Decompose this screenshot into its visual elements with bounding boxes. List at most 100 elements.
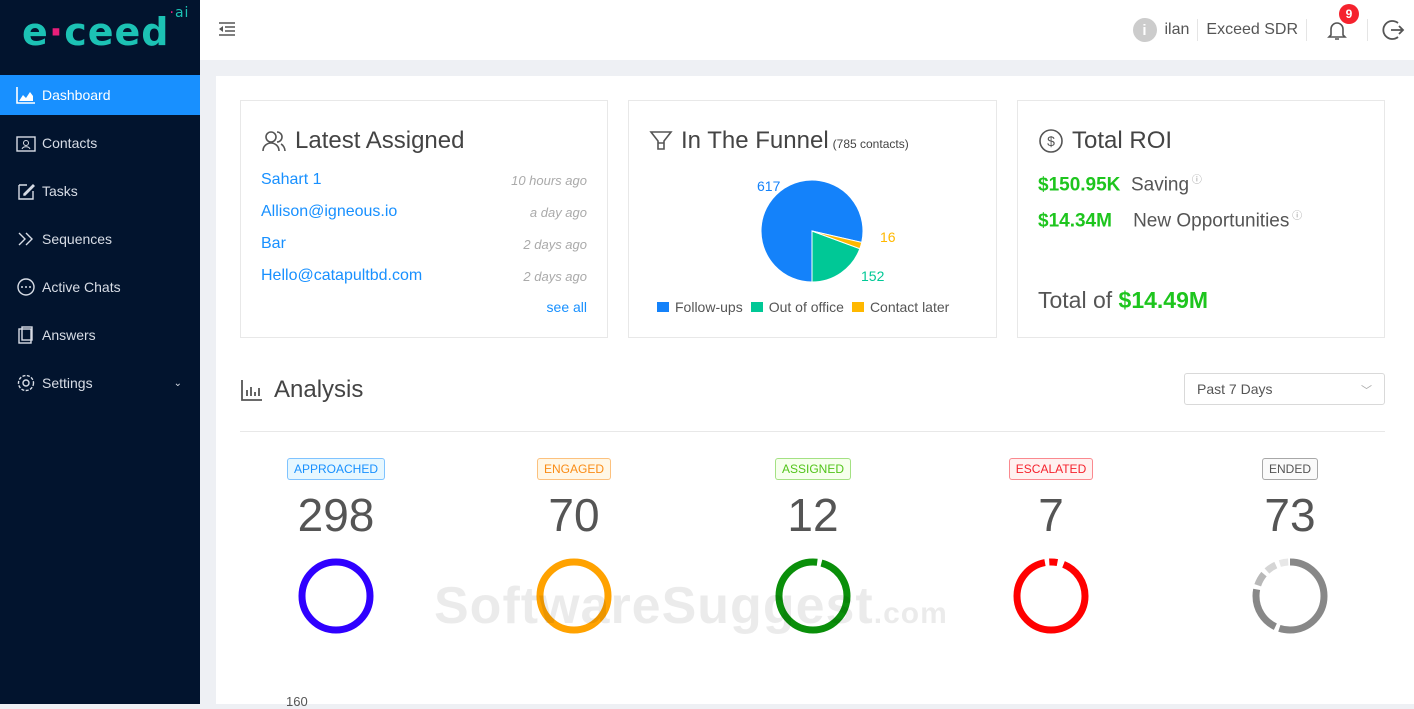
- legend-label: Contact later: [869, 299, 950, 315]
- edit-icon: [18, 184, 35, 200]
- double-chevron-icon: [18, 232, 33, 246]
- dollar-icon: $: [1039, 129, 1063, 153]
- list-item: Hello@catapultbd.com 2 days ago: [261, 267, 587, 285]
- clipboard-icon: [18, 326, 33, 344]
- divider: [1197, 19, 1199, 41]
- status-tag: ASSIGNED: [774, 458, 851, 480]
- sidebar-item-label: Tasks: [42, 183, 78, 199]
- sidebar-item-label: Contacts: [42, 135, 98, 151]
- logout-icon[interactable]: [1380, 17, 1406, 43]
- help-icon[interactable]: ⓘ: [1289, 211, 1302, 222]
- contact-link[interactable]: Sahart 1: [261, 171, 321, 189]
- sidebar-item-label: Settings: [42, 375, 93, 391]
- pie-data-label: 617: [757, 178, 781, 194]
- progress-ring: [298, 558, 374, 634]
- progress-ring: [1013, 558, 1089, 634]
- sidebar-item-label: Sequences: [42, 231, 113, 247]
- dashboard-panel: Latest Assigned Sahart 1 10 hours ago Alli…: [216, 76, 1414, 709]
- divider: [1367, 19, 1368, 41]
- stat-value: 7: [1038, 489, 1064, 541]
- sidebar-item-dashboard[interactable]: Dashboard: [0, 75, 200, 115]
- legend-label: Out of office: [768, 299, 844, 315]
- gear-icon: [17, 374, 35, 392]
- user-name[interactable]: ilan: [1165, 21, 1190, 39]
- avatar[interactable]: i: [1132, 18, 1157, 42]
- sidebar-item-settings[interactable]: Settings ⌄: [0, 363, 200, 403]
- sidebar-item-sequences[interactable]: Sequences: [0, 219, 200, 259]
- card-title: Total ROI: [1072, 127, 1173, 154]
- header: i ilan Exceed SDR 9: [200, 0, 1414, 60]
- logo[interactable]: e·ceed·ai: [22, 5, 189, 54]
- assigned-time: 10 hours ago: [511, 172, 587, 188]
- sidebar-item-label: Answers: [42, 327, 96, 343]
- users-icon: [262, 131, 286, 152]
- chat-icon: [17, 278, 35, 296]
- bar-chart-icon: [241, 380, 262, 401]
- contact-link[interactable]: Bar: [261, 235, 286, 253]
- help-icon[interactable]: ⓘ: [1189, 175, 1202, 186]
- sidebar-item-answers[interactable]: Answers: [0, 315, 200, 355]
- total-label: Total of: [1038, 287, 1113, 313]
- opportunities-value: $14.34M: [1038, 210, 1112, 232]
- svg-text:$: $: [1047, 133, 1055, 149]
- date-range-select[interactable]: Past 7 Days ﹀: [1184, 373, 1385, 405]
- status-tag: APPROACHED: [286, 458, 386, 480]
- saving-label: Saving: [1130, 174, 1190, 196]
- stat-escalated: ESCALATED 7: [971, 458, 1131, 636]
- sidebar-nav: Dashboard Contacts Tasks Sequences Active Ch…: [0, 75, 200, 411]
- menu-fold-icon[interactable]: [217, 20, 237, 38]
- sidebar-item-tasks[interactable]: Tasks: [0, 171, 200, 211]
- contact-link[interactable]: Hello@catapultbd.com: [261, 267, 422, 285]
- legend-item[interactable]: Out of office: [750, 299, 844, 315]
- y-axis-tick: 160: [286, 694, 308, 709]
- status-tag: ESCALATED: [1008, 458, 1094, 480]
- contacts-icon: [16, 136, 36, 152]
- progress-ring: [1252, 558, 1328, 634]
- roi-card: $ Total ROI $150.95K Saving ⓘ $14.34M New…: [1017, 100, 1385, 338]
- assigned-time: a day ago: [529, 204, 587, 220]
- latest-assigned-card: Latest Assigned Sahart 1 10 hours ago Alli…: [240, 100, 608, 338]
- assigned-time: 2 days ago: [523, 268, 587, 284]
- legend-swatch: [750, 302, 763, 312]
- chevron-down-icon: ﹀: [1361, 385, 1372, 397]
- date-range-value: Past 7 Days: [1197, 381, 1273, 397]
- legend-label: Follow-ups: [675, 299, 743, 315]
- stat-value: 298: [297, 489, 375, 541]
- sidebar-item-label: Active Chats: [42, 279, 121, 295]
- assigned-time: 2 days ago: [523, 236, 587, 252]
- pie-data-label: 16: [880, 229, 896, 245]
- opportunities-label: New Opportunities: [1133, 210, 1290, 232]
- total-value: $14.49M: [1118, 287, 1209, 313]
- card-title: Latest Assigned: [295, 127, 465, 154]
- sidebar-item-label: Dashboard: [42, 87, 111, 103]
- legend-item[interactable]: Contact later: [851, 299, 950, 315]
- stat-value: 73: [1264, 489, 1316, 541]
- notifications-button[interactable]: 9: [1325, 4, 1359, 42]
- analysis-title: Analysis: [274, 376, 364, 403]
- sidebar-item-active-chats[interactable]: Active Chats: [0, 267, 200, 307]
- pie-data-label: 152: [861, 268, 885, 284]
- funnel-card: In The Funnel (785 contacts) 617 152 16 Fol…: [628, 100, 997, 338]
- see-all-link[interactable]: see all: [547, 299, 587, 315]
- stat-ended: ENDED 73: [1210, 458, 1370, 636]
- status-tag: ENGAGED: [536, 458, 611, 480]
- list-item: Bar 2 days ago: [261, 235, 587, 253]
- contact-link[interactable]: Allison@igneous.io: [261, 203, 397, 221]
- watermark: SoftwareSuggest.com: [434, 577, 948, 635]
- stat-approached: APPROACHED 298: [256, 458, 416, 636]
- sidebar-item-contacts[interactable]: Contacts: [0, 123, 200, 163]
- legend-swatch: [657, 302, 669, 312]
- chevron-down-icon: ⌄: [173, 377, 182, 389]
- chart-area-icon: [16, 87, 35, 104]
- divider: [240, 431, 1385, 432]
- legend-item[interactable]: Follow-ups: [657, 299, 743, 315]
- legend-swatch: [851, 302, 864, 312]
- status-tag: ENDED: [1261, 458, 1318, 480]
- stat-value: 12: [787, 489, 839, 541]
- list-item: Sahart 1 10 hours ago: [261, 171, 587, 189]
- sidebar: e·ceed·ai Dashboard Contacts Tasks Sequence…: [0, 0, 200, 704]
- divider: [1306, 19, 1307, 41]
- saving-value: $150.95K: [1038, 174, 1121, 196]
- notification-badge: 9: [1339, 4, 1359, 24]
- org-name[interactable]: Exceed SDR: [1206, 21, 1298, 39]
